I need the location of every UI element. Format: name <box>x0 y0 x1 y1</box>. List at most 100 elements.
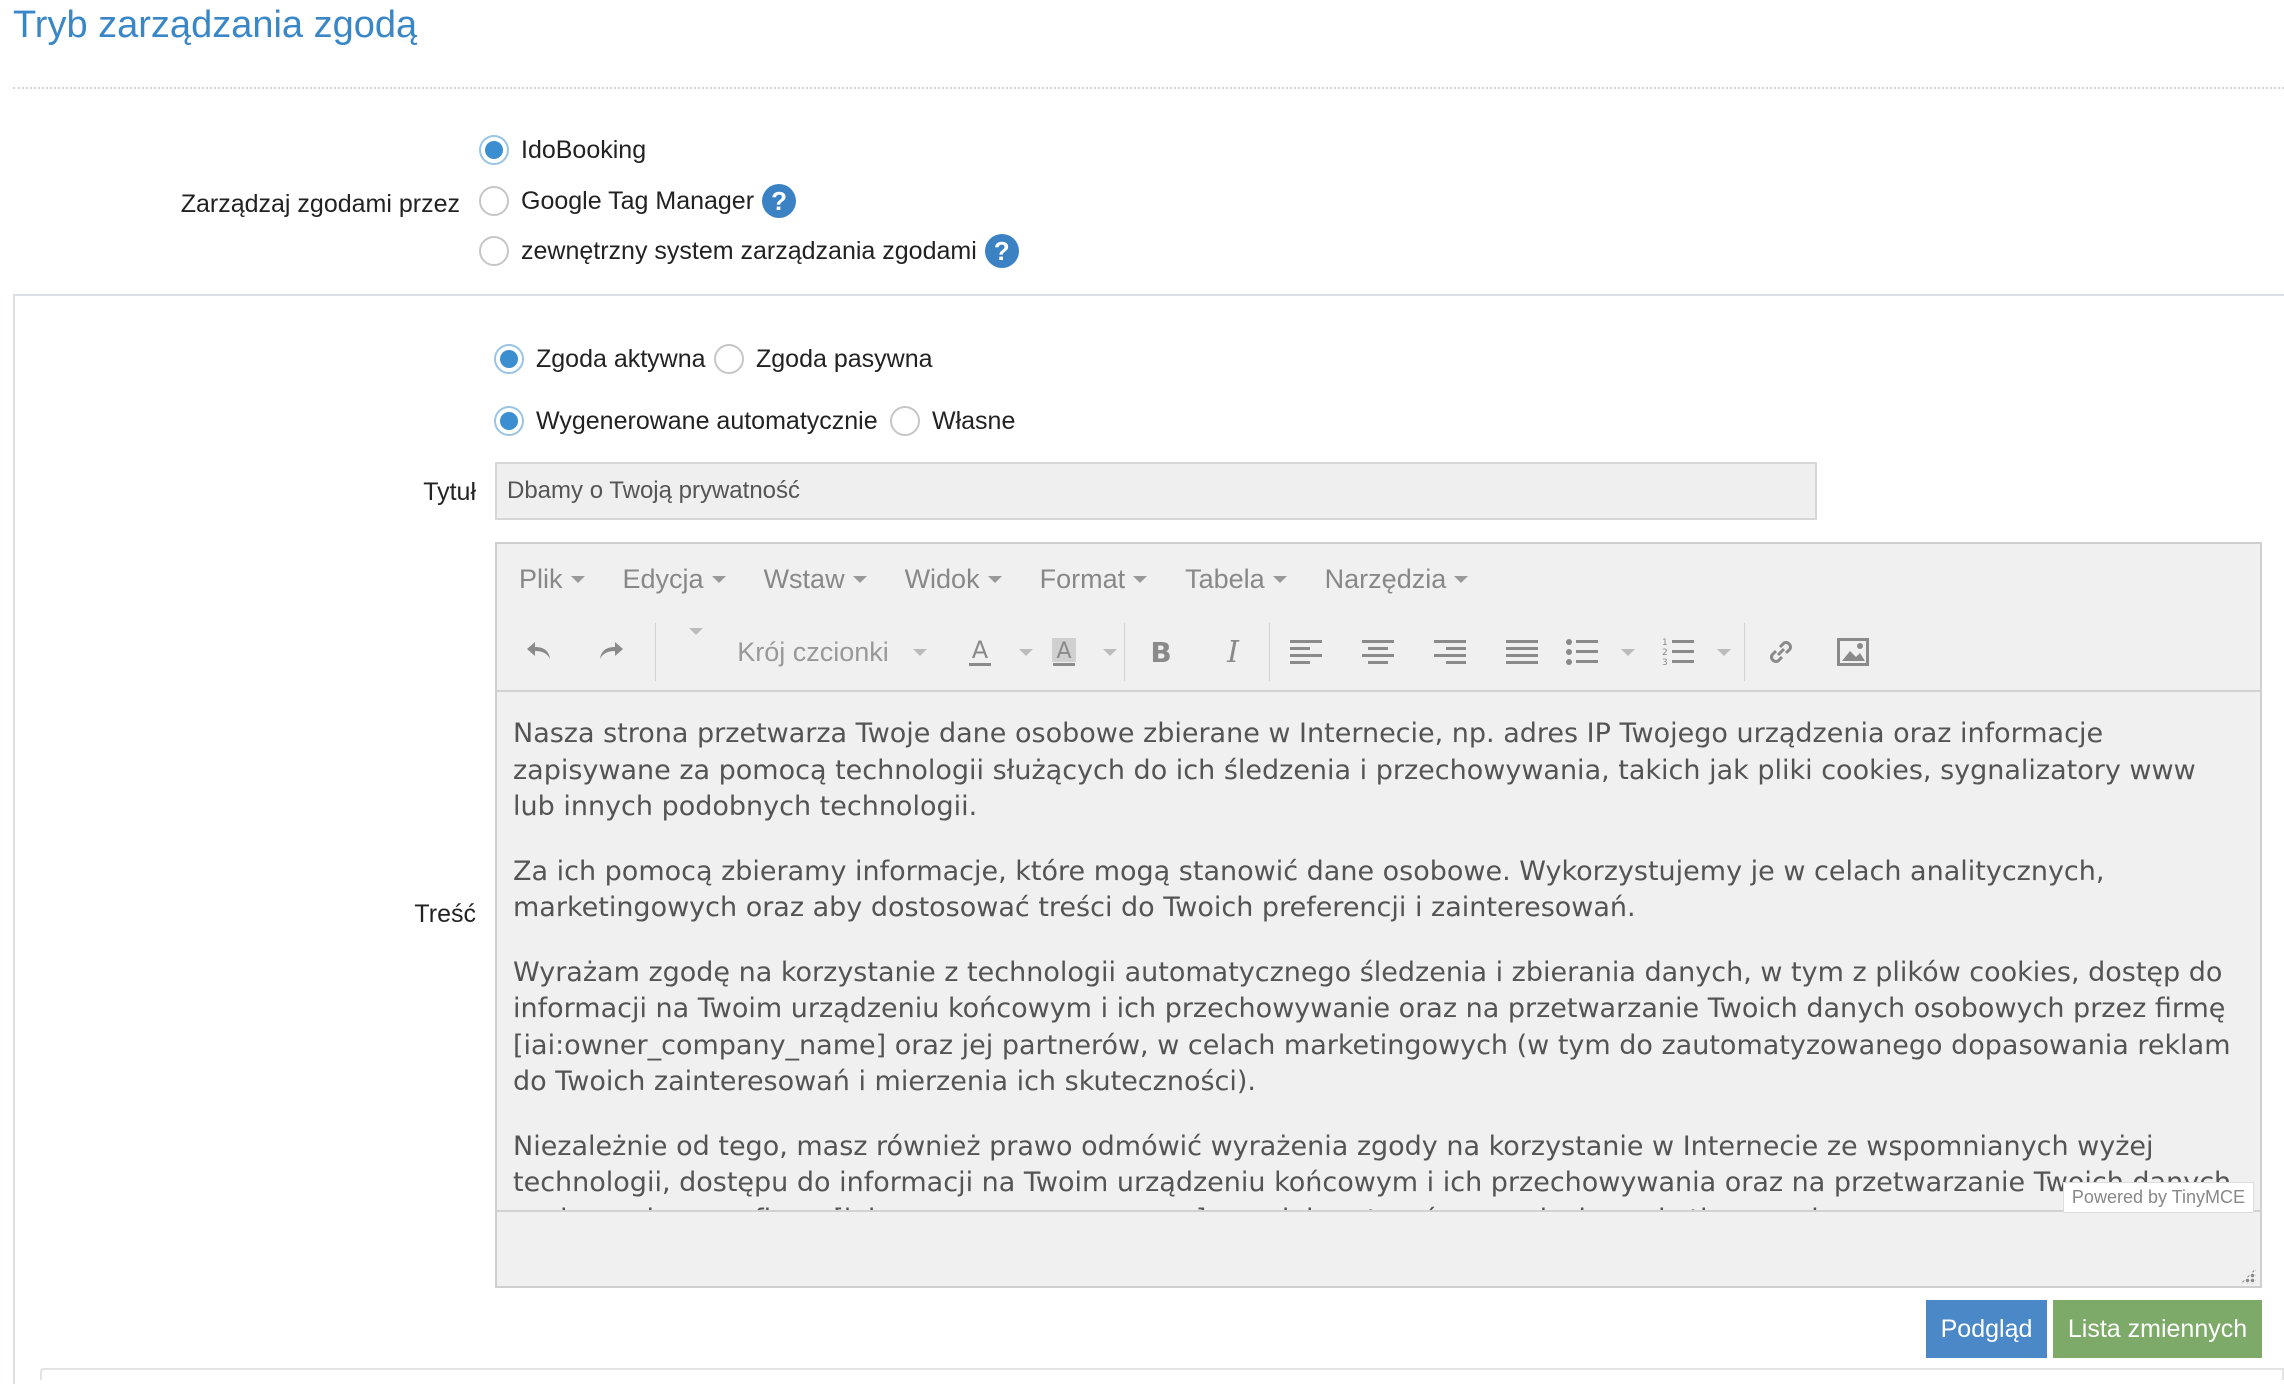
caret-down-icon <box>1019 648 1033 656</box>
caret-down-icon <box>1103 648 1117 656</box>
next-section-panel <box>40 1368 2284 1380</box>
editor-statusbar: Powered by TinyMCE <box>497 1182 2260 1288</box>
align-justify-button[interactable] <box>1492 622 1552 682</box>
bullet-list-button[interactable] <box>1552 622 1612 682</box>
bold-icon: B <box>1150 636 1171 668</box>
numbered-list-button[interactable]: 123 <box>1648 622 1708 682</box>
content-paragraph: Za ich pomocą zbieramy informacje, które… <box>513 855 2105 924</box>
radio-gtm-control[interactable] <box>479 186 509 216</box>
radio-passive-consent[interactable]: Zgoda pasywna <box>714 344 933 374</box>
variables-list-button[interactable]: Lista zmiennych <box>2053 1300 2262 1358</box>
menu-file-label: Plik <box>519 563 563 594</box>
link-button[interactable] <box>1751 622 1811 682</box>
svg-text:3: 3 <box>1662 658 1668 667</box>
page-title: Tryb zarządzania zgodą <box>13 4 418 46</box>
svg-text:B: B <box>1150 636 1171 668</box>
title-input[interactable] <box>495 462 1817 520</box>
caret-down-icon <box>1454 575 1469 583</box>
menu-insert[interactable]: Wstaw <box>764 564 867 595</box>
caret-down-icon <box>689 628 703 635</box>
numbered-list-dropdown[interactable] <box>1708 648 1732 656</box>
align-center-button[interactable] <box>1348 622 1408 682</box>
radio-passive-consent-control[interactable] <box>714 344 744 374</box>
powered-by-tinymce[interactable]: Powered by TinyMCE <box>2062 1182 2254 1213</box>
editor-content[interactable]: Nasza strona przetwarza Twoje dane osobo… <box>497 692 2260 1210</box>
text-color-icon: A <box>969 636 991 666</box>
radio-gtm[interactable]: Google Tag Manager ? <box>479 184 797 218</box>
preview-button[interactable]: Podgląd <box>1926 1300 2047 1358</box>
content-paragraph: Niezależnie od tego, masz również prawo … <box>513 1130 2231 1211</box>
menu-file[interactable]: Plik <box>519 564 585 595</box>
align-left-button[interactable] <box>1276 622 1336 682</box>
radio-active-consent-control[interactable] <box>494 344 524 374</box>
svg-text:1: 1 <box>1662 638 1668 648</box>
radio-idobooking[interactable]: IdoBooking <box>479 135 646 165</box>
toolbar-separator <box>1744 623 1745 681</box>
radio-idobooking-label: IdoBooking <box>521 135 647 164</box>
radio-auto-generated-control[interactable] <box>494 406 524 436</box>
menu-table[interactable]: Tabela <box>1185 564 1287 595</box>
image-icon <box>1837 638 1869 666</box>
link-icon <box>1770 641 1792 663</box>
radio-external-cmp-label: zewnętrzny system zarządzania zgodami <box>521 236 977 265</box>
image-button[interactable] <box>1823 622 1883 682</box>
radio-gtm-label: Google Tag Manager <box>521 186 755 215</box>
radio-auto-generated[interactable]: Wygenerowane automatycznie <box>494 406 878 436</box>
caret-down-icon <box>852 575 867 583</box>
svg-text:A: A <box>972 636 989 664</box>
toolbar-separator <box>1269 623 1270 681</box>
radio-custom-control[interactable] <box>890 406 920 436</box>
toolbar-separator <box>1124 623 1125 681</box>
radio-external-cmp-control[interactable] <box>479 236 509 266</box>
caret-down-icon <box>1133 575 1148 583</box>
help-icon[interactable]: ? <box>762 184 797 218</box>
italic-button[interactable]: I <box>1203 622 1263 682</box>
rich-text-editor: Plik Edycja Wstaw Widok Format Tabela Na… <box>495 542 2262 1288</box>
help-icon[interactable]: ? <box>984 234 1019 268</box>
radio-custom-label: Własne <box>932 406 1016 435</box>
menu-tools[interactable]: Narzędzia <box>1325 564 1469 595</box>
bold-button[interactable]: B <box>1131 622 1191 682</box>
resize-handle-icon[interactable] <box>2240 1268 2256 1284</box>
menu-view-label: Widok <box>904 563 980 594</box>
text-color-dropdown[interactable] <box>1010 648 1034 656</box>
menu-edit[interactable]: Edycja <box>623 564 726 595</box>
svg-text:I: I <box>1226 636 1240 668</box>
toolbar-separator <box>655 623 656 681</box>
title-label: Tytuł <box>423 478 476 506</box>
bullet-list-icon <box>1566 639 1598 665</box>
radio-custom[interactable]: Własne <box>890 406 1015 436</box>
caret-down-icon <box>912 648 927 656</box>
manage-consents-label: Zarządzaj zgodami przez <box>180 190 460 218</box>
numbered-list-icon: 123 <box>1662 638 1694 667</box>
content-paragraph: Wyrażam zgodę na korzystanie z technolog… <box>513 956 2231 1098</box>
menu-table-label: Tabela <box>1185 563 1265 594</box>
format-dropdown[interactable] <box>662 614 722 635</box>
radio-active-consent[interactable]: Zgoda aktywna <box>494 344 706 374</box>
menu-view[interactable]: Widok <box>905 564 1002 595</box>
radio-active-consent-label: Zgoda aktywna <box>536 344 706 373</box>
font-family-select[interactable]: Krój czcionki <box>722 622 942 682</box>
redo-button[interactable] <box>581 622 641 682</box>
align-right-icon <box>1434 640 1466 664</box>
content-paragraph: Nasza strona przetwarza Twoje dane osobo… <box>513 718 2196 822</box>
caret-down-icon <box>987 575 1002 583</box>
background-color-dropdown[interactable] <box>1094 648 1118 656</box>
radio-idobooking-control[interactable] <box>479 135 509 165</box>
text-color-button[interactable]: A <box>950 622 1010 682</box>
title-divider <box>13 87 2284 89</box>
undo-button[interactable] <box>509 622 569 682</box>
bullet-list-dropdown[interactable] <box>1612 648 1636 656</box>
svg-text:2: 2 <box>1662 648 1668 658</box>
align-justify-icon <box>1506 640 1538 664</box>
caret-down-icon <box>711 575 726 583</box>
redo-icon <box>600 642 623 659</box>
undo-icon <box>527 642 550 659</box>
menu-format-label: Format <box>1039 563 1126 594</box>
menu-format[interactable]: Format <box>1040 564 1148 595</box>
editor-menubar: Plik Edycja Wstaw Widok Format Tabela Na… <box>497 544 2260 614</box>
align-right-button[interactable] <box>1420 622 1480 682</box>
caret-down-icon <box>1272 575 1287 583</box>
background-color-button[interactable]: A <box>1034 622 1094 682</box>
radio-external-cmp[interactable]: zewnętrzny system zarządzania zgodami ? <box>479 234 1019 268</box>
